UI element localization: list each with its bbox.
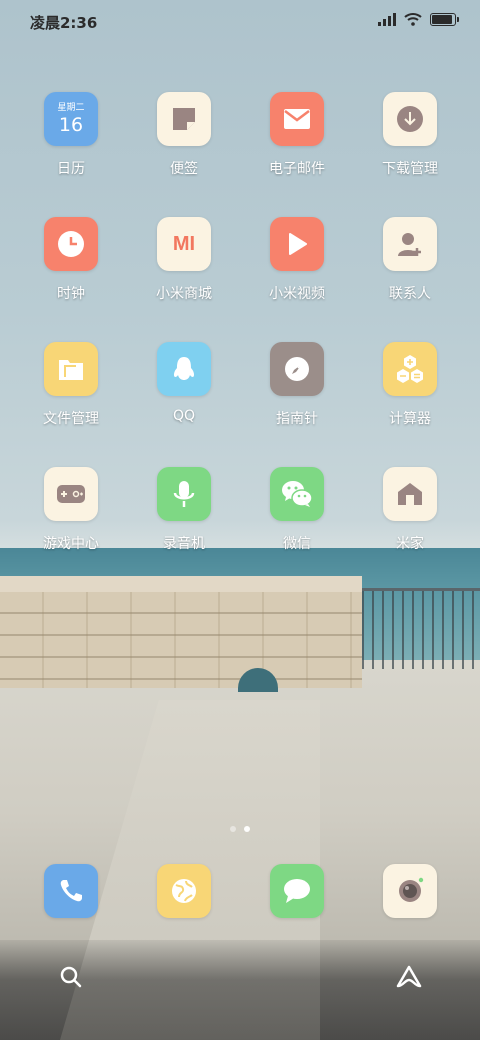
- mi-store-icon: MI: [157, 217, 211, 271]
- app-download-manager[interactable]: 下载管理: [355, 92, 465, 178]
- page-dot[interactable]: [244, 826, 250, 832]
- download-icon: [383, 92, 437, 146]
- video-play-icon: [270, 217, 324, 271]
- app-label: 便签: [170, 161, 198, 177]
- app-calendar[interactable]: 星期二 16 日历: [16, 92, 126, 178]
- gamepad-icon: [44, 467, 98, 521]
- mi-logo-text: MI: [172, 232, 196, 255]
- camera-icon: [399, 877, 424, 902]
- dock-camera[interactable]: [383, 864, 437, 918]
- page-dot[interactable]: [230, 826, 236, 832]
- app-mi-video[interactable]: 小米视频: [242, 217, 352, 303]
- calendar-icon: 星期二 16: [44, 92, 98, 146]
- app-label: 电子邮件: [269, 161, 325, 177]
- dock-messages[interactable]: [270, 864, 324, 918]
- calendar-weekday: 星期二: [57, 103, 85, 113]
- wallpaper-wall-top: [0, 576, 362, 592]
- app-label: 时钟: [57, 286, 85, 302]
- message-icon: [284, 879, 310, 903]
- app-recorder[interactable]: 录音机: [129, 467, 239, 553]
- app-label: 小米视频: [269, 286, 325, 302]
- wallpaper-wall-rows: [0, 592, 362, 688]
- app-label: 日历: [57, 161, 85, 177]
- signal-icon: [378, 12, 396, 26]
- assistant-icon: [396, 965, 422, 988]
- notes-icon: [157, 92, 211, 146]
- app-label: 指南针: [276, 411, 318, 427]
- calculator-icon: [383, 342, 437, 396]
- microphone-icon: [157, 467, 211, 521]
- app-qq[interactable]: QQ: [129, 342, 239, 424]
- app-label: 游戏中心: [43, 536, 99, 552]
- app-compass[interactable]: 指南针: [242, 342, 352, 428]
- home-icon: [383, 467, 437, 521]
- qq-penguin-icon: [157, 342, 211, 396]
- app-wechat[interactable]: 微信: [242, 467, 352, 553]
- app-label: 小米商城: [156, 286, 212, 302]
- folder-icon: [44, 342, 98, 396]
- app-file-manager[interactable]: 文件管理: [16, 342, 126, 428]
- calendar-day: 16: [58, 114, 84, 136]
- dock-phone[interactable]: [44, 864, 98, 918]
- assistant-button[interactable]: [392, 960, 426, 994]
- app-label: QQ: [172, 408, 196, 424]
- app-label: 联系人: [389, 286, 431, 302]
- status-icons: [378, 12, 459, 26]
- app-label: 下载管理: [382, 161, 438, 177]
- app-clock[interactable]: 时钟: [16, 217, 126, 303]
- app-calculator[interactable]: 计算器: [355, 342, 465, 428]
- app-label: 计算器: [389, 411, 431, 427]
- app-mi-home[interactable]: 米家: [355, 467, 465, 553]
- app-label: 米家: [396, 536, 424, 552]
- phone-icon: [60, 880, 82, 902]
- search-icon: [60, 966, 82, 988]
- compass-icon: [270, 342, 324, 396]
- wifi-icon: [404, 13, 422, 26]
- app-label: 微信: [283, 536, 311, 552]
- app-contacts[interactable]: 联系人: [355, 217, 465, 303]
- battery-level-fill: [432, 14, 452, 24]
- mail-icon: [270, 92, 324, 146]
- wechat-icon: [270, 467, 324, 521]
- app-mi-store[interactable]: MI 小米商城: [129, 217, 239, 303]
- status-bar: 凌晨2:36: [0, 0, 480, 44]
- page-indicator: [0, 826, 480, 832]
- app-notes[interactable]: 便签: [129, 92, 239, 178]
- search-button[interactable]: [54, 960, 88, 994]
- status-time: 凌晨2:36: [30, 14, 98, 32]
- app-game-center[interactable]: 游戏中心: [16, 467, 126, 553]
- app-email[interactable]: 电子邮件: [242, 92, 352, 178]
- contacts-icon: [383, 217, 437, 271]
- app-label: 录音机: [163, 536, 205, 552]
- app-label: 文件管理: [43, 411, 99, 427]
- battery-icon: [430, 12, 459, 26]
- clock-icon: [44, 217, 98, 271]
- dock-browser[interactable]: [157, 864, 211, 918]
- browser-globe-icon: [172, 879, 196, 903]
- wallpaper-railing: [362, 588, 480, 669]
